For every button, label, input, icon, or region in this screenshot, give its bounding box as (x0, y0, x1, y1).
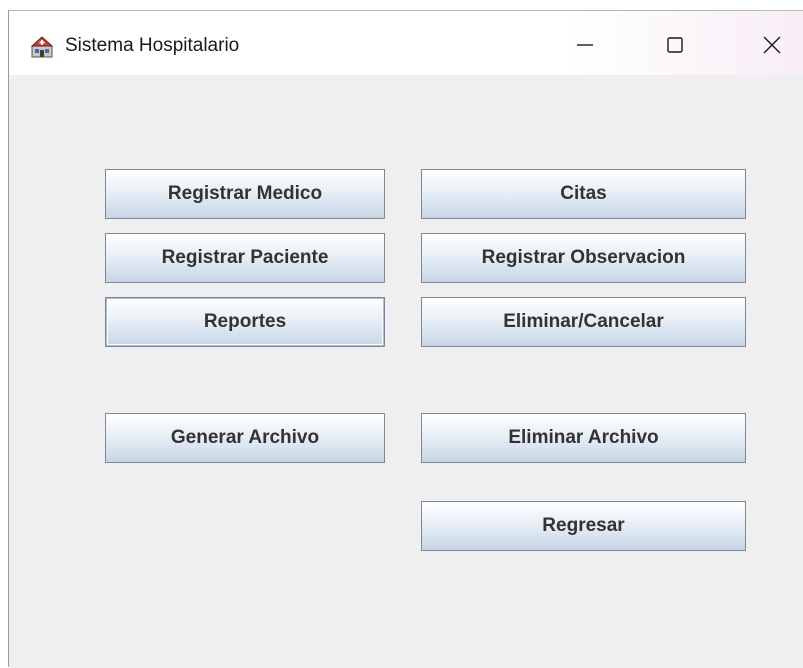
registrar-paciente-button[interactable]: Registrar Paciente (105, 233, 385, 283)
close-icon (763, 36, 781, 54)
reportes-button[interactable]: Reportes (105, 297, 385, 347)
eliminar-cancelar-button[interactable]: Eliminar/Cancelar (421, 297, 746, 347)
generar-archivo-button[interactable]: Generar Archivo (105, 413, 385, 463)
title-bar[interactable]: Sistema Hospitalario (9, 11, 803, 75)
citas-button[interactable]: Citas (421, 169, 746, 219)
maximize-icon (667, 37, 683, 53)
minimize-button[interactable] (562, 25, 608, 65)
app-window: Sistema Hospitalario Registrar Medico Ci… (8, 10, 803, 668)
maximize-button[interactable] (652, 25, 698, 65)
registrar-medico-button[interactable]: Registrar Medico (105, 169, 385, 219)
main-panel: Registrar Medico Citas Registrar Pacient… (9, 75, 803, 668)
regresar-button[interactable]: Regresar (421, 501, 746, 551)
hospital-app-icon (30, 36, 54, 58)
registrar-observacion-button[interactable]: Registrar Observacion (421, 233, 746, 283)
minimize-icon (577, 44, 593, 46)
window-title: Sistema Hospitalario (65, 35, 240, 56)
close-button[interactable] (749, 25, 795, 65)
eliminar-archivo-button[interactable]: Eliminar Archivo (421, 413, 746, 463)
